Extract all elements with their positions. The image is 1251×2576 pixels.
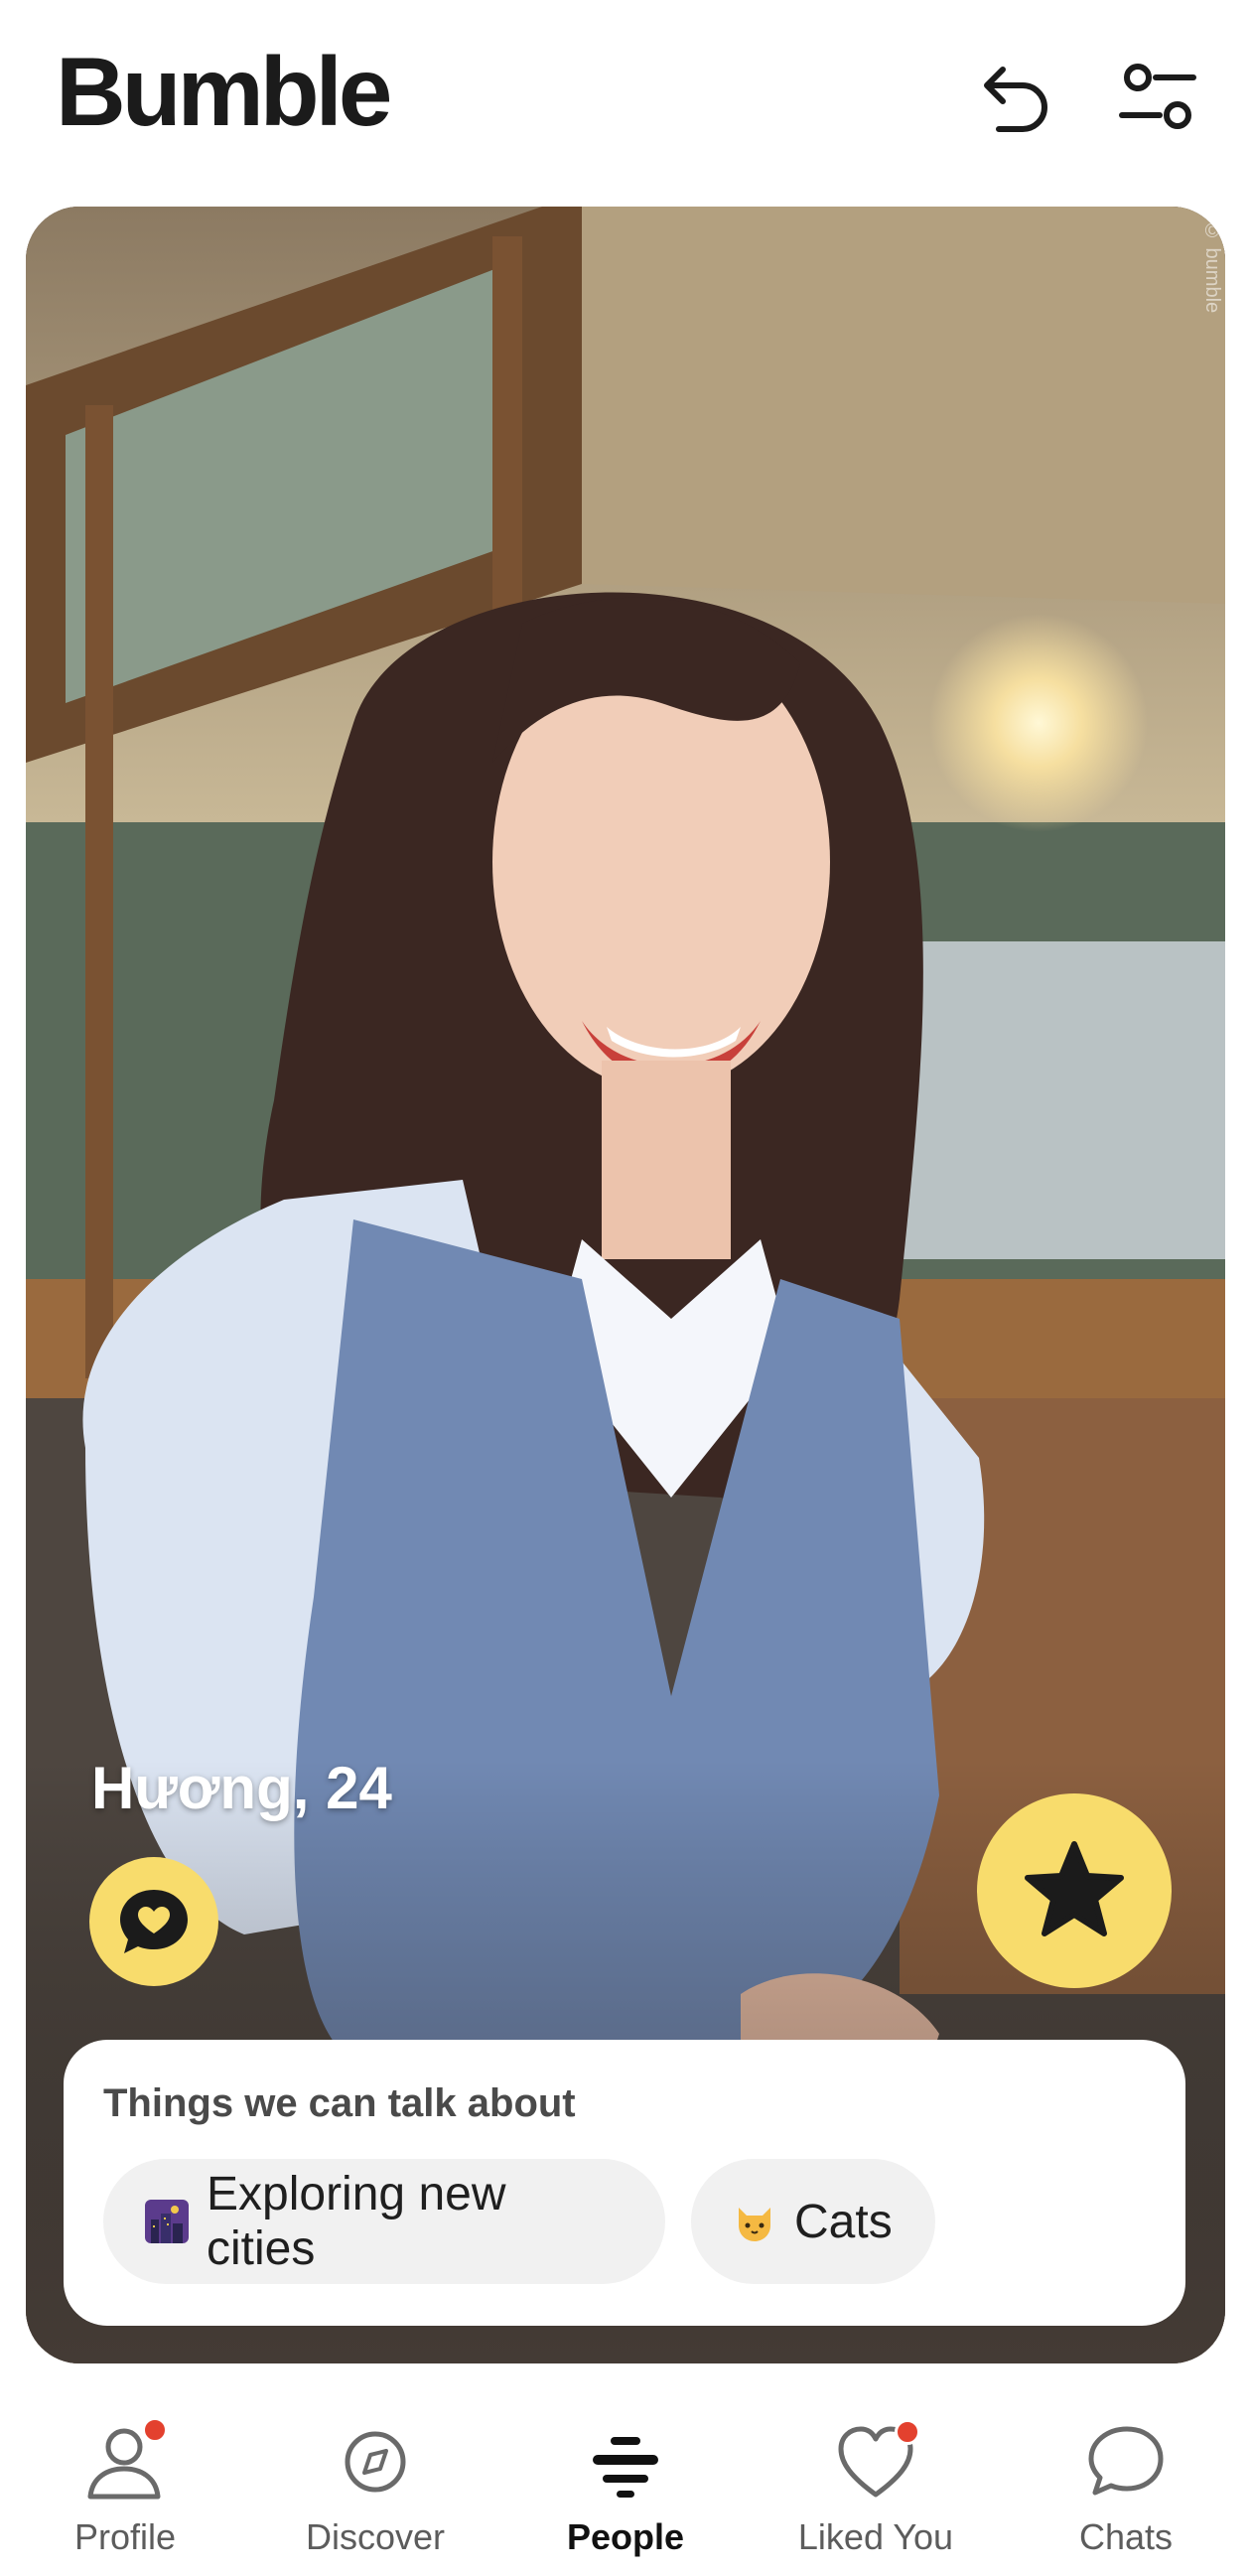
watermark: © bumble [1201, 220, 1223, 314]
tab-liked-you[interactable]: Liked You [751, 2371, 1001, 2576]
tab-people[interactable]: People [500, 2371, 751, 2576]
profile-card[interactable]: © bumble Hương, 24 Things we can talk ab… [26, 207, 1225, 2363]
interest-chip-cities[interactable]: Exploring new cities [103, 2159, 665, 2284]
tab-label: Liked You [797, 2516, 954, 2557]
tab-label: Chats [1078, 2516, 1174, 2557]
cat-face-emoji [733, 2200, 776, 2243]
talk-about-panel: Things we can talk about Exploring new c… [64, 2040, 1185, 2326]
compliment-button[interactable] [89, 1857, 218, 1986]
chat-heart-icon [120, 1890, 188, 1953]
compass-icon [345, 2431, 406, 2493]
talk-about-title: Things we can talk about [103, 2081, 576, 2125]
interest-chip-cats[interactable]: Cats [691, 2159, 935, 2284]
interest-chip-label: Cats [794, 2195, 893, 2248]
undo-button[interactable] [973, 52, 1062, 141]
profile-name-age: Hương, 24 [91, 1755, 392, 1821]
filter-button[interactable] [1114, 52, 1203, 141]
undo-icon [984, 67, 1047, 132]
tab-chats[interactable]: Chats [1001, 2371, 1251, 2576]
interest-chip-label: Exploring new cities [207, 2168, 506, 2275]
notification-dot [895, 2419, 920, 2445]
superswipe-button[interactable] [977, 1793, 1172, 1988]
tab-discover[interactable]: Discover [250, 2371, 500, 2576]
tab-label: People [566, 2516, 685, 2557]
notification-dot [142, 2417, 168, 2443]
chat-bubble-icon [1088, 2426, 1164, 2496]
bottom-tab-bar: Profile Discover People Liked You Chats [0, 2371, 1251, 2576]
filter-sliders-icon [1119, 64, 1196, 129]
tab-profile[interactable]: Profile [0, 2371, 250, 2576]
tab-label: Discover [305, 2516, 446, 2557]
tab-label: Profile [73, 2516, 177, 2557]
top-bar: Bumble [0, 0, 1251, 199]
app-logo: Bumble [56, 37, 392, 146]
people-stack-icon [593, 2437, 658, 2498]
city-night-emoji [145, 2200, 189, 2243]
star-icon [1025, 1841, 1124, 1936]
